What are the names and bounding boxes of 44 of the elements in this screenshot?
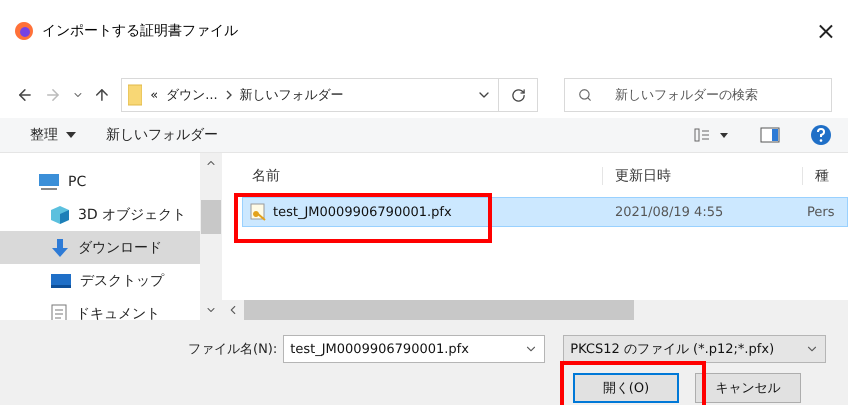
column-header[interactable]: 更新日時	[602, 167, 802, 185]
chevron-right-icon	[226, 90, 232, 100]
horizontal-scrollbar[interactable]	[222, 300, 848, 320]
vertical-scrollbar[interactable]	[200, 153, 222, 320]
cancel-button[interactable]: キャンセル	[695, 373, 801, 403]
scrollbar-thumb[interactable]	[201, 200, 221, 234]
file-name: test_JM0009906790001.pfx	[273, 204, 452, 220]
certificate-file-icon	[249, 203, 267, 221]
download-arrow-icon	[50, 238, 70, 258]
new-folder-button[interactable]: 新しいフォルダー	[106, 126, 664, 144]
address-bar[interactable]: « ダウン... 新しいフォルダー	[121, 78, 500, 112]
document-icon	[50, 304, 68, 320]
breadcrumb[interactable]: ダウン...	[166, 86, 218, 104]
file-name-label: ファイル名(N):	[188, 341, 278, 358]
column-header[interactable]: 名前	[222, 167, 602, 185]
refresh-icon	[510, 88, 526, 102]
view-options-icon[interactable]	[694, 128, 730, 142]
organize-menu[interactable]: 整理	[30, 126, 76, 144]
sidebar-item[interactable]: PC	[0, 165, 200, 198]
window-title: インポートする証明書ファイル	[42, 22, 239, 40]
caret-down-icon	[66, 132, 76, 138]
cube-icon	[50, 204, 70, 224]
scrollbar-thumb[interactable]	[244, 300, 634, 320]
file-type-dropdown[interactable]: PKCS12 のファイル (*.p12;*.pfx)	[563, 335, 826, 363]
folder-icon	[128, 84, 142, 106]
preview-pane-icon[interactable]	[760, 127, 780, 143]
sidebar-item[interactable]: デスクトップ	[0, 264, 200, 297]
help-icon[interactable]	[810, 124, 832, 146]
open-button[interactable]: 開く(O)	[573, 373, 679, 403]
search-field[interactable]: 新しいフォルダーの検索	[564, 78, 832, 112]
breadcrumb[interactable]: 新しいフォルダー	[240, 86, 468, 104]
monitor-icon	[38, 172, 60, 190]
sidebar-item[interactable]: ダウンロード	[0, 231, 200, 264]
modified-date: 2021/08/19 4:55	[614, 204, 724, 220]
file-type: Pers	[806, 204, 836, 220]
column-header[interactable]: 種	[802, 167, 848, 185]
refresh-button[interactable]	[498, 78, 538, 112]
desktop-icon	[50, 272, 72, 288]
sidebar-item[interactable]: 3D オブジェクト	[0, 198, 200, 231]
file-name-field[interactable]: test_JM0009906790001.pfx	[283, 335, 546, 363]
file-row[interactable]: test_JM0009906790001.pfx 2021/08/19 4:55 Pers	[242, 197, 848, 227]
close-button[interactable]: ×	[816, 16, 836, 44]
overflow-chevron[interactable]: «	[150, 88, 158, 102]
browser-logo-icon	[14, 20, 34, 40]
